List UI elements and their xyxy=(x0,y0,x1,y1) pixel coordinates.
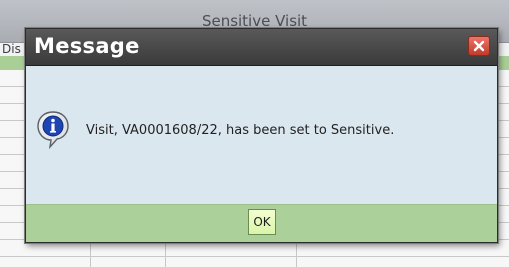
dialog-body: Visit, VA0001608/22, has been set to Sen… xyxy=(26,66,497,204)
screen: Sensitive Visit Dis Message Visit, VA000… xyxy=(0,0,509,267)
close-button[interactable] xyxy=(468,36,490,56)
dialog-title: Message xyxy=(34,34,140,58)
dialog-footer: OK xyxy=(26,204,497,242)
dialog-message: Visit, VA0001608/22, has been set to Sen… xyxy=(86,123,395,138)
close-icon xyxy=(473,40,485,52)
message-dialog: Message Visit, VA0001608/22, has been se… xyxy=(25,28,498,243)
ok-button[interactable]: OK xyxy=(248,209,276,235)
background-column-label: Dis xyxy=(2,42,21,56)
dialog-titlebar[interactable]: Message xyxy=(26,29,497,66)
info-icon xyxy=(37,111,69,149)
